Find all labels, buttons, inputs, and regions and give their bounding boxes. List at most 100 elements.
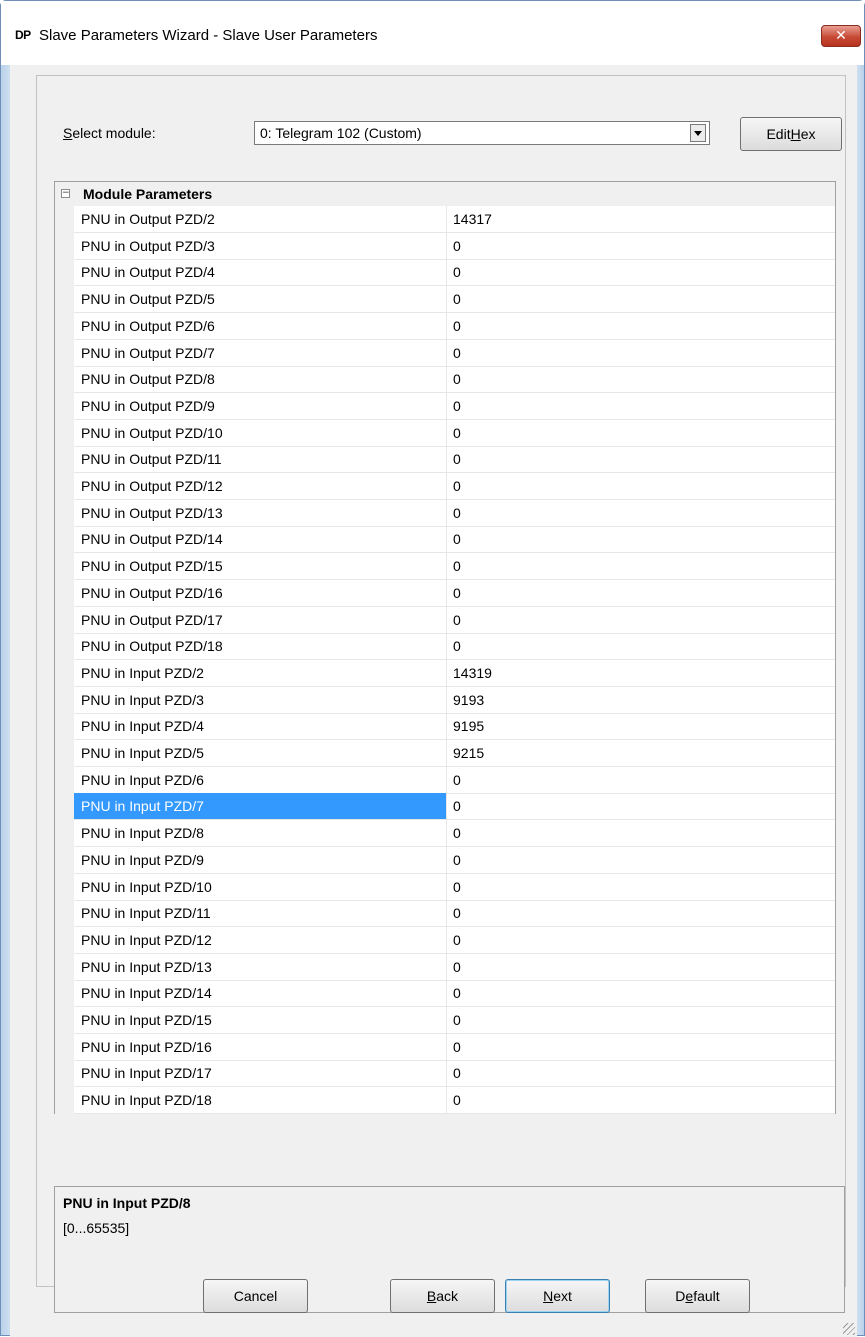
param-name[interactable]: PNU in Input PZD/9: [74, 846, 447, 873]
param-name[interactable]: PNU in Output PZD/4: [74, 259, 447, 286]
table-row[interactable]: PNU in Output PZD/9 0: [74, 392, 835, 420]
table-row[interactable]: PNU in Output PZD/18 0: [74, 633, 835, 661]
param-name[interactable]: PNU in Input PZD/8: [74, 820, 447, 847]
param-value[interactable]: 0: [453, 1087, 461, 1113]
param-value[interactable]: 0: [453, 393, 461, 419]
param-value[interactable]: 0: [453, 286, 461, 312]
table-row[interactable]: PNU in Input PZD/18 0: [74, 1087, 835, 1115]
param-name[interactable]: PNU in Input PZD/18: [74, 1087, 447, 1114]
param-value[interactable]: 0: [453, 500, 461, 526]
table-row[interactable]: PNU in Input PZD/15 0: [74, 1007, 835, 1034]
param-name[interactable]: PNU in Output PZD/11: [74, 446, 447, 473]
table-row[interactable]: PNU in Output PZD/13 0: [74, 499, 835, 527]
select-module-dropdown[interactable]: 0: Telegram 102 (Custom): [254, 121, 710, 145]
param-value[interactable]: 0: [453, 1060, 461, 1086]
param-value[interactable]: 0: [453, 366, 461, 392]
param-name[interactable]: PNU in Input PZD/3: [74, 686, 447, 713]
param-name[interactable]: PNU in Output PZD/2: [74, 206, 447, 232]
table-row[interactable]: PNU in Output PZD/5 0: [74, 286, 835, 314]
table-row[interactable]: PNU in Output PZD/14 0: [74, 526, 835, 554]
param-value[interactable]: 0: [453, 473, 461, 499]
param-name[interactable]: PNU in Output PZD/15: [74, 553, 447, 580]
table-row[interactable]: PNU in Output PZD/16 0: [74, 579, 835, 607]
table-row[interactable]: PNU in Output PZD/6 0: [74, 312, 835, 340]
param-value[interactable]: 0: [453, 607, 461, 633]
param-name[interactable]: PNU in Output PZD/16: [74, 579, 447, 606]
param-value[interactable]: 0: [453, 633, 461, 659]
param-name[interactable]: PNU in Output PZD/6: [74, 312, 447, 339]
param-value[interactable]: 0: [453, 446, 461, 472]
param-value[interactable]: 0: [453, 259, 461, 285]
table-row[interactable]: PNU in Input PZD/12 0: [74, 926, 835, 954]
param-name[interactable]: PNU in Output PZD/10: [74, 419, 447, 446]
param-name[interactable]: PNU in Input PZD/5: [74, 740, 447, 766]
table-row[interactable]: PNU in Output PZD/2 14317: [74, 206, 835, 233]
param-value[interactable]: 0: [453, 793, 461, 819]
table-row[interactable]: PNU in Input PZD/5 9215: [74, 740, 835, 767]
table-row[interactable]: PNU in Input PZD/11 0: [74, 900, 835, 928]
collapse-icon[interactable]: −: [61, 189, 70, 198]
param-value[interactable]: 0: [453, 874, 461, 900]
param-name[interactable]: PNU in Output PZD/14: [74, 526, 447, 553]
table-row[interactable]: PNU in Input PZD/4 9195: [74, 713, 835, 741]
param-name[interactable]: PNU in Input PZD/10: [74, 873, 447, 900]
param-value[interactable]: 0: [453, 927, 461, 953]
table-row[interactable]: PNU in Input PZD/17 0: [74, 1060, 835, 1088]
param-name[interactable]: PNU in Output PZD/17: [74, 606, 447, 633]
param-value[interactable]: 0: [453, 313, 461, 339]
param-name[interactable]: PNU in Input PZD/2: [74, 659, 447, 686]
table-row[interactable]: PNU in Output PZD/4 0: [74, 259, 835, 287]
param-name[interactable]: PNU in Input PZD/15: [74, 1007, 447, 1033]
table-row[interactable]: PNU in Output PZD/8 0: [74, 366, 835, 394]
param-value[interactable]: 0: [453, 767, 461, 793]
param-value[interactable]: 0: [453, 553, 461, 579]
table-row[interactable]: PNU in Input PZD/14 0: [74, 980, 835, 1008]
param-value[interactable]: 0: [453, 900, 461, 926]
param-name[interactable]: PNU in Input PZD/16: [74, 1033, 447, 1060]
back-button[interactable]: Back: [390, 1279, 495, 1313]
table-row[interactable]: PNU in Input PZD/13 0: [74, 953, 835, 981]
table-row[interactable]: PNU in Input PZD/7 0: [74, 793, 835, 821]
param-name[interactable]: PNU in Output PZD/9: [74, 392, 447, 419]
param-name[interactable]: PNU in Output PZD/13: [74, 499, 447, 526]
cancel-button[interactable]: Cancel: [203, 1279, 308, 1313]
param-value[interactable]: 0: [453, 580, 461, 606]
grid-category-header[interactable]: − Module Parameters: [55, 182, 835, 206]
param-name[interactable]: PNU in Output PZD/3: [74, 232, 447, 259]
param-name[interactable]: PNU in Output PZD/5: [74, 286, 447, 313]
param-name[interactable]: PNU in Input PZD/12: [74, 926, 447, 953]
param-name[interactable]: PNU in Input PZD/6: [74, 766, 447, 793]
edit-hex-button[interactable]: Edit Hex: [740, 117, 842, 151]
chevron-down-icon[interactable]: [690, 124, 706, 142]
param-name[interactable]: PNU in Input PZD/13: [74, 953, 447, 980]
param-value[interactable]: 0: [453, 340, 461, 366]
table-row[interactable]: PNU in Output PZD/11 0: [74, 446, 835, 474]
table-row[interactable]: PNU in Input PZD/3 9193: [74, 686, 835, 714]
default-button[interactable]: De fault: [645, 1279, 750, 1313]
param-value[interactable]: 0: [453, 1007, 461, 1033]
param-value[interactable]: 14317: [453, 206, 492, 232]
param-name[interactable]: PNU in Input PZD/14: [74, 980, 447, 1007]
param-value[interactable]: 0: [453, 820, 461, 846]
table-row[interactable]: PNU in Input PZD/10 0: [74, 873, 835, 901]
param-value[interactable]: 9193: [453, 687, 484, 713]
param-name[interactable]: PNU in Output PZD/12: [74, 473, 447, 499]
param-name[interactable]: PNU in Input PZD/17: [74, 1060, 447, 1087]
table-row[interactable]: PNU in Input PZD/8 0: [74, 820, 835, 848]
param-value[interactable]: 0: [453, 420, 461, 446]
param-value[interactable]: 0: [453, 954, 461, 980]
table-row[interactable]: PNU in Output PZD/3 0: [74, 232, 835, 260]
param-value[interactable]: 14319: [453, 660, 492, 686]
param-name[interactable]: PNU in Input PZD/11: [74, 900, 447, 927]
param-value[interactable]: 9215: [453, 740, 484, 766]
table-row[interactable]: PNU in Output PZD/17 0: [74, 606, 835, 634]
param-name[interactable]: PNU in Output PZD/7: [74, 339, 447, 366]
table-row[interactable]: PNU in Input PZD/9 0: [74, 846, 835, 874]
resize-grip[interactable]: [843, 1323, 855, 1335]
table-row[interactable]: PNU in Output PZD/12 0: [74, 473, 835, 500]
table-row[interactable]: PNU in Output PZD/10 0: [74, 419, 835, 447]
table-row[interactable]: PNU in Output PZD/7 0: [74, 339, 835, 367]
param-value[interactable]: 0: [453, 526, 461, 552]
close-button[interactable]: ✕: [821, 25, 861, 47]
param-value[interactable]: 9195: [453, 713, 484, 739]
